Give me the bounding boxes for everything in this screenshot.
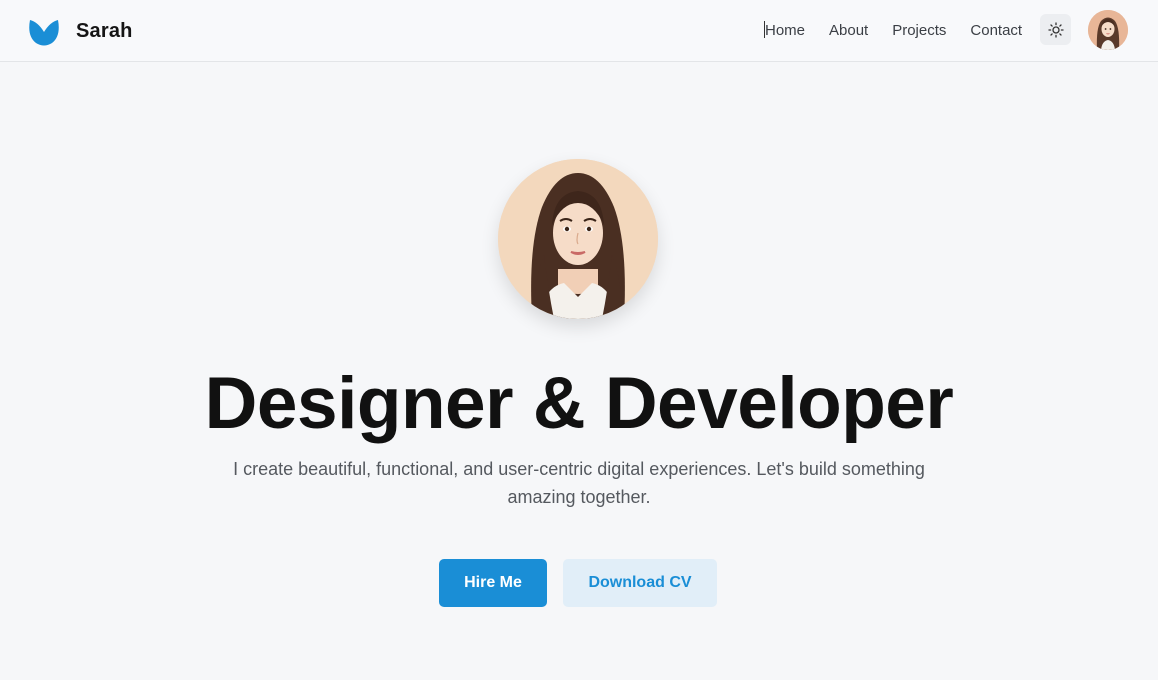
- text-cursor: [764, 21, 765, 38]
- hero-avatar: [498, 159, 658, 319]
- brand-logo-icon: [29, 20, 59, 46]
- hero-subtitle: I create beautiful, functional, and user…: [233, 459, 925, 507]
- avatar-portrait: [1088, 10, 1128, 50]
- nav-item-about[interactable]: About: [829, 22, 868, 39]
- hire-me-button[interactable]: Hire Me: [439, 559, 547, 607]
- hero-title: Designer & Developer: [204, 363, 954, 444]
- main-nav: Home About Projects Contact: [765, 20, 1022, 40]
- download-cv-button[interactable]: Download CV: [563, 559, 717, 607]
- brand-name: Sarah: [76, 19, 133, 42]
- nav-item-projects[interactable]: Projects: [892, 22, 946, 39]
- site-header: Sarah Home About Projects Contact: [0, 0, 1158, 62]
- portrait-illustration: [498, 159, 658, 319]
- sun-icon: [1047, 21, 1064, 38]
- brand[interactable]: Sarah: [28, 14, 133, 48]
- nav-item-home[interactable]: Home: [765, 22, 805, 39]
- nav-item-contact[interactable]: Contact: [970, 22, 1022, 39]
- theme-toggle-button[interactable]: [1040, 14, 1071, 45]
- user-avatar[interactable]: [1088, 10, 1128, 50]
